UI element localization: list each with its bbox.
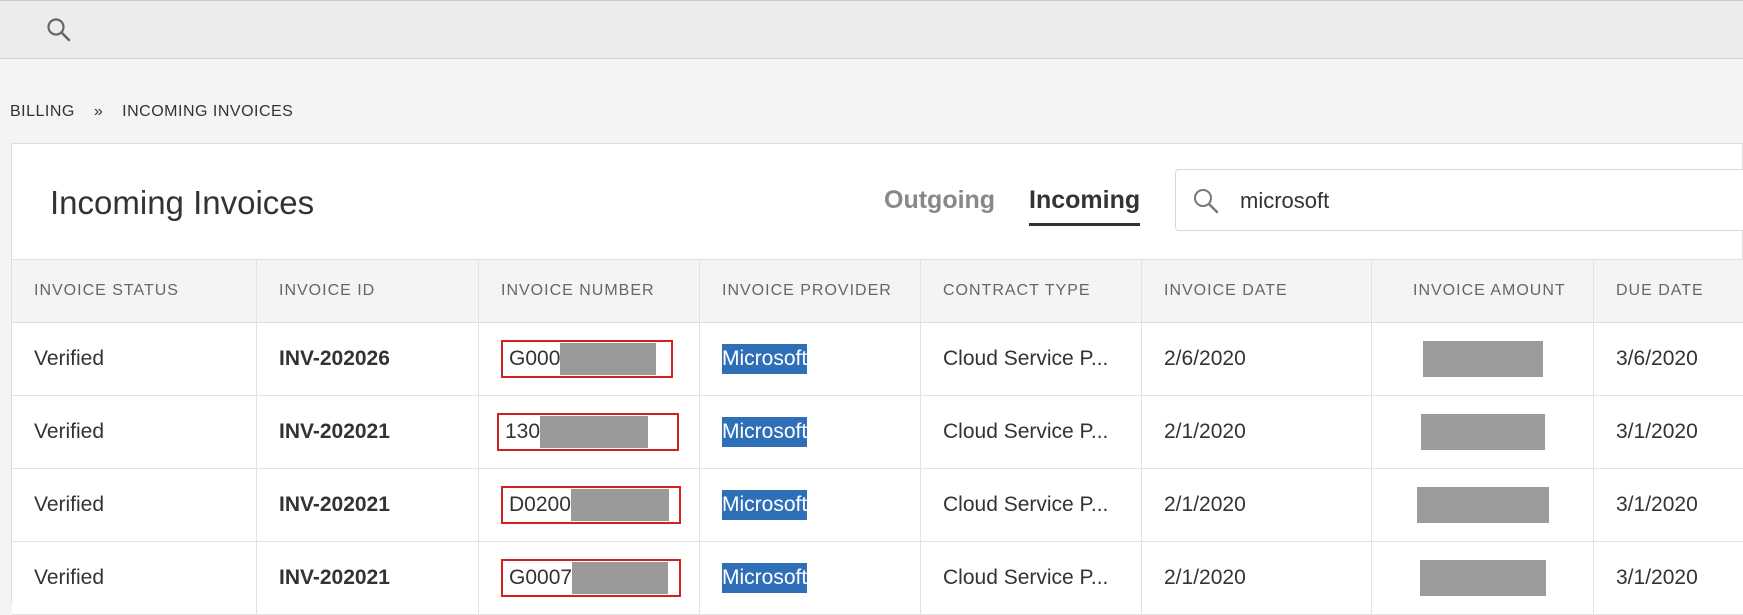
redaction-block bbox=[570, 489, 669, 521]
invoice-provider-cell: Microsoft bbox=[700, 323, 921, 395]
invoice-amount-cell bbox=[1372, 323, 1594, 395]
column-header-invoice-number[interactable]: INVOICE NUMBER bbox=[479, 260, 700, 322]
invoice-date: 2/1/2020 bbox=[1142, 396, 1372, 468]
table-row[interactable]: Verified INV-202021 D0200 Microsoft Clou… bbox=[12, 469, 1743, 542]
search-input[interactable] bbox=[1238, 182, 1722, 220]
invoice-id[interactable]: INV-202021 bbox=[257, 396, 479, 468]
top-search-bar bbox=[0, 0, 1743, 59]
invoice-number-cell: G000 bbox=[479, 323, 700, 395]
invoice-number: D0200 bbox=[509, 493, 571, 516]
due-date: 3/1/2020 bbox=[1616, 566, 1698, 589]
invoice-status: Verified bbox=[12, 542, 257, 614]
due-date: 3/6/2020 bbox=[1616, 347, 1698, 370]
annotation-box: 130 bbox=[497, 413, 679, 451]
annotation-box: G0007 bbox=[501, 559, 681, 597]
invoice-amount-cell bbox=[1372, 469, 1594, 541]
redaction-block bbox=[1416, 487, 1549, 523]
column-header-invoice-provider[interactable]: INVOICE PROVIDER bbox=[700, 260, 921, 322]
invoice-id[interactable]: INV-202021 bbox=[257, 469, 479, 541]
search-icon[interactable] bbox=[46, 17, 72, 48]
invoice-amount-cell bbox=[1372, 542, 1594, 614]
search-icon bbox=[1192, 187, 1220, 220]
redaction-block bbox=[540, 416, 649, 448]
invoice-date: 2/1/2020 bbox=[1142, 542, 1372, 614]
invoice-provider: Microsoft bbox=[722, 344, 808, 374]
annotation-box: D0200 bbox=[501, 486, 681, 524]
tab-outgoing[interactable]: Outgoing bbox=[884, 186, 995, 223]
table-row[interactable]: Verified INV-202021 130 Microsoft Cloud … bbox=[12, 396, 1743, 469]
invoice-number: G000 bbox=[509, 347, 561, 370]
table-row[interactable]: Verified INV-202026 G000 Microsoft Cloud… bbox=[12, 323, 1743, 396]
invoice-number: G0007 bbox=[509, 566, 573, 589]
breadcrumb-separator: » bbox=[93, 103, 104, 120]
redaction-block bbox=[1420, 414, 1545, 450]
redaction-block bbox=[560, 343, 657, 375]
breadcrumb-item-incoming-invoices[interactable]: INCOMING INVOICES bbox=[122, 103, 293, 120]
invoice-status: Verified bbox=[12, 323, 257, 395]
invoice-provider: Microsoft bbox=[722, 417, 808, 447]
column-header-contract-type[interactable]: CONTRACT TYPE bbox=[921, 260, 1142, 322]
invoice-provider-cell: Microsoft bbox=[700, 469, 921, 541]
invoice-number-cell: 130 bbox=[479, 396, 700, 468]
invoice-provider: Microsoft bbox=[722, 563, 808, 593]
due-date: 3/1/2020 bbox=[1616, 420, 1698, 443]
table-row[interactable]: Verified INV-202021 G0007 Microsoft Clou… bbox=[12, 542, 1743, 615]
contract-type: Cloud Service P... bbox=[921, 542, 1142, 614]
redaction-block bbox=[572, 562, 669, 594]
column-header-invoice-date[interactable]: INVOICE DATE bbox=[1142, 260, 1372, 322]
invoice-number: 130 bbox=[505, 420, 541, 443]
redaction-block bbox=[1419, 560, 1546, 596]
column-header-due-date[interactable]: DUE DATE bbox=[1594, 260, 1743, 322]
invoice-provider-cell: Microsoft bbox=[700, 542, 921, 614]
invoice-number-cell: D0200 bbox=[479, 469, 700, 541]
invoice-search bbox=[1175, 169, 1743, 231]
breadcrumb-item-billing[interactable]: BILLING bbox=[10, 103, 75, 120]
contract-type: Cloud Service P... bbox=[921, 323, 1142, 395]
contract-type: Cloud Service P... bbox=[921, 396, 1142, 468]
due-date: 3/1/2020 bbox=[1616, 493, 1698, 516]
column-header-invoice-id[interactable]: INVOICE ID bbox=[257, 260, 479, 322]
table-header: INVOICE STATUS INVOICE ID INVOICE NUMBER… bbox=[12, 260, 1743, 323]
invoice-date: 2/1/2020 bbox=[1142, 469, 1372, 541]
invoices-panel: Incoming Invoices Outgoing Incoming INVO… bbox=[11, 143, 1743, 615]
annotation-box: G000 bbox=[501, 340, 673, 378]
invoice-status: Verified bbox=[12, 469, 257, 541]
invoice-id[interactable]: INV-202021 bbox=[257, 542, 479, 614]
invoice-provider: Microsoft bbox=[722, 490, 808, 520]
invoice-status: Verified bbox=[12, 396, 257, 468]
redaction-block bbox=[1422, 341, 1543, 377]
tab-incoming[interactable]: Incoming bbox=[1029, 186, 1141, 226]
page-title: Incoming Invoices bbox=[50, 184, 315, 221]
invoice-number-cell: G0007 bbox=[479, 542, 700, 614]
column-header-invoice-amount[interactable]: INVOICE AMOUNT bbox=[1372, 260, 1594, 322]
contract-type: Cloud Service P... bbox=[921, 469, 1142, 541]
column-header-invoice-status[interactable]: INVOICE STATUS bbox=[12, 260, 257, 322]
invoice-amount-cell bbox=[1372, 396, 1594, 468]
invoice-provider-cell: Microsoft bbox=[700, 396, 921, 468]
breadcrumb: BILLING » INCOMING INVOICES bbox=[10, 103, 293, 121]
invoices-table: INVOICE STATUS INVOICE ID INVOICE NUMBER… bbox=[12, 259, 1743, 615]
invoice-date: 2/6/2020 bbox=[1142, 323, 1372, 395]
invoice-id[interactable]: INV-202026 bbox=[257, 323, 479, 395]
